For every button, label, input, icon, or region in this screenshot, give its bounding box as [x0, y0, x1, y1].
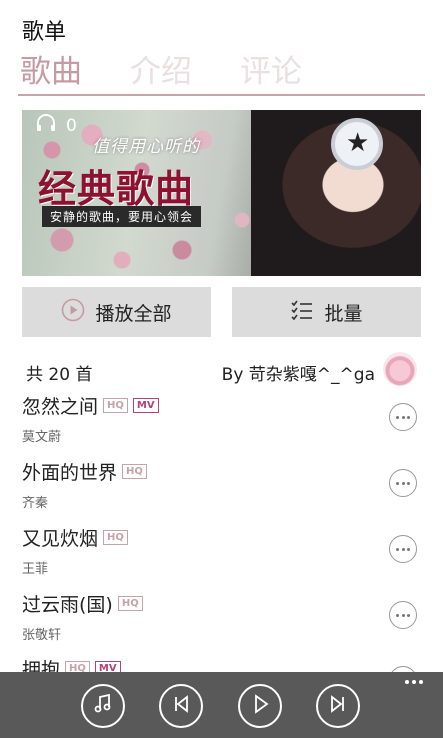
- song-more-button[interactable]: [389, 601, 417, 629]
- song-title-line: 外面的世界 HQ: [22, 458, 147, 485]
- song-title: 外面的世界: [22, 462, 118, 484]
- song-title: 过云雨(国): [22, 594, 113, 616]
- song-count: 共 20 首: [26, 365, 93, 385]
- next-button[interactable]: [316, 684, 360, 728]
- headphones-icon: [36, 114, 56, 137]
- music-note-icon: [92, 693, 114, 719]
- next-icon: [327, 693, 349, 719]
- previous-icon: [170, 693, 192, 719]
- checklist-icon: [290, 298, 314, 327]
- play-button[interactable]: [238, 684, 282, 728]
- more-icon[interactable]: [405, 680, 423, 684]
- previous-button[interactable]: [159, 684, 203, 728]
- hq-badge: HQ: [103, 530, 128, 545]
- play-all-label: 播放全部: [95, 302, 172, 325]
- tab-intro[interactable]: 介绍: [130, 52, 192, 92]
- song-artist: 王菲: [22, 562, 49, 577]
- hq-badge: HQ: [117, 596, 143, 611]
- song-artist: 张敬轩: [22, 628, 62, 643]
- song-title-line: 忽然之间 HQ MV: [22, 392, 159, 419]
- play-circle-icon: [61, 298, 85, 327]
- mv-badge[interactable]: MV: [132, 398, 159, 413]
- now-playing-button[interactable]: [81, 684, 125, 728]
- page-title: 歌单: [22, 20, 67, 45]
- song-row[interactable]: 又见炊烟 HQ 王菲: [0, 524, 443, 590]
- creator-avatar[interactable]: [383, 352, 417, 386]
- play-all-button[interactable]: 播放全部: [22, 287, 211, 337]
- playlist-cover: 0 值得用心听的 经典歌曲 安静的歌曲，要用心领会: [22, 110, 421, 276]
- song-more-button[interactable]: [389, 469, 417, 497]
- playlist-creator[interactable]: By 苛杂紫嘎^_^ga: [222, 360, 375, 385]
- song-row[interactable]: 过云雨(国) HQ 张敬轩: [0, 590, 443, 656]
- song-row[interactable]: 忽然之间 HQ MV 莫文蔚: [0, 392, 443, 458]
- tab-bar: 歌曲 介绍 评论: [18, 52, 425, 96]
- song-title-line: 过云雨(国) HQ: [22, 590, 143, 617]
- song-row[interactable]: 外面的世界 HQ 齐秦: [0, 458, 443, 524]
- song-more-button[interactable]: [389, 403, 417, 431]
- tab-comments[interactable]: 评论: [240, 52, 302, 92]
- song-more-button[interactable]: [389, 535, 417, 563]
- song-title: 忽然之间: [22, 396, 99, 418]
- play-count-value: 0: [66, 115, 77, 136]
- hq-badge: HQ: [122, 464, 147, 479]
- batch-button[interactable]: 批量: [232, 287, 421, 337]
- hq-badge: HQ: [103, 398, 128, 413]
- cover-tagline: 安静的歌曲，要用心领会: [42, 206, 202, 227]
- cover-subtitle: 值得用心听的: [92, 137, 200, 157]
- song-artist: 莫文蔚: [22, 430, 62, 445]
- cover-headphone: [331, 118, 383, 170]
- song-artist: 齐秦: [22, 496, 49, 511]
- app-bar: [0, 672, 443, 738]
- play-count: 0: [36, 114, 77, 137]
- song-title-line: 又见炊烟 HQ: [22, 524, 128, 551]
- tab-songs[interactable]: 歌曲: [20, 52, 82, 92]
- play-icon: [249, 693, 271, 719]
- batch-label: 批量: [324, 302, 363, 325]
- cover-title: 经典歌曲: [38, 167, 195, 211]
- song-title: 又见炊烟: [22, 528, 99, 550]
